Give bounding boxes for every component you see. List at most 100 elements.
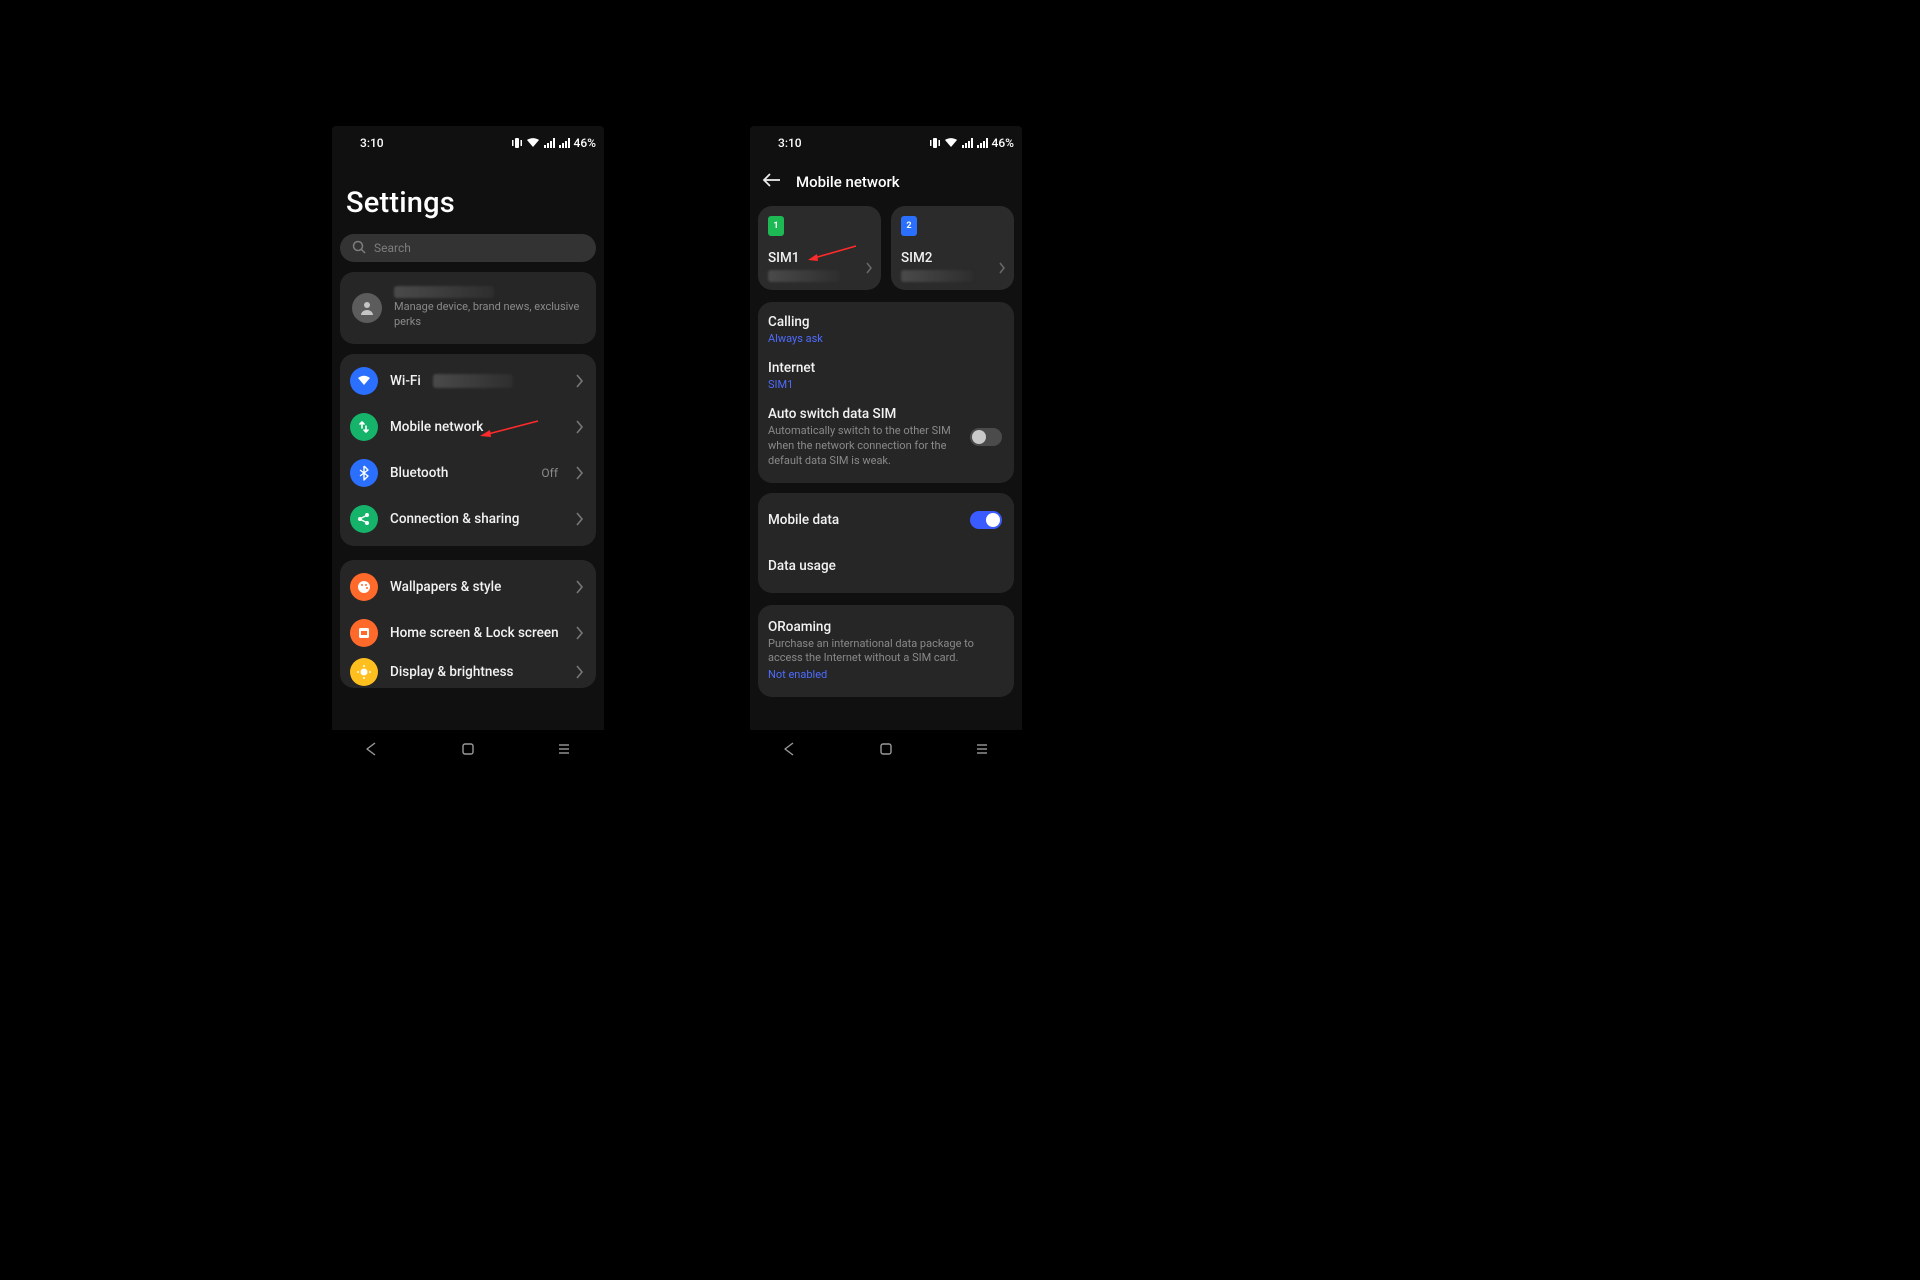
personalization-card: Wallpapers & style Home screen & Lock sc…	[340, 560, 596, 688]
sim1-carrier-redacted	[768, 270, 840, 282]
nav-back-icon[interactable]	[364, 741, 380, 757]
row-label: Mobile data	[768, 512, 839, 528]
sim2-carrier-redacted	[901, 270, 973, 282]
settings-item-home-lock[interactable]: Home screen & Lock screen	[340, 610, 596, 656]
status-time: 3:10	[778, 136, 802, 150]
nav-recents-icon[interactable]	[974, 741, 990, 757]
signal-icon	[977, 138, 988, 148]
chevron-right-icon	[576, 420, 584, 434]
nav-bar	[750, 730, 1022, 768]
signal-icon	[544, 138, 555, 148]
chevron-right-icon	[576, 512, 584, 526]
row-label: Bluetooth	[390, 465, 448, 481]
profile-subtitle: Manage device, brand news, exclusive per…	[394, 300, 584, 330]
mobile-network-icon	[350, 413, 378, 441]
brightness-icon	[350, 658, 378, 686]
row-label: Internet	[768, 360, 1002, 376]
nav-home-icon[interactable]	[460, 741, 476, 757]
setting-calling[interactable]: Calling Always ask	[758, 306, 1014, 359]
row-label: Wi-Fi	[390, 373, 421, 389]
toggle-mobile-data[interactable]	[970, 511, 1002, 529]
row-label: Mobile network	[390, 419, 483, 435]
row-status: Off	[541, 466, 558, 480]
vibrate-icon	[512, 137, 522, 149]
sim-defaults-card: Calling Always ask Internet SIM1 Auto sw…	[758, 302, 1014, 483]
battery-percent: 46%	[574, 136, 596, 150]
setting-mobile-data[interactable]: Mobile data	[758, 497, 1014, 543]
sim2-name: SIM2	[901, 250, 1004, 266]
settings-item-connection-sharing[interactable]: Connection & sharing	[340, 496, 596, 542]
row-label: Calling	[768, 314, 1002, 330]
annotation-arrow	[480, 418, 540, 438]
phone-screenshot-settings: 3:10 46% Settings Search	[332, 126, 604, 768]
sim2-badge-icon: 2	[901, 216, 917, 236]
signal-icon	[559, 138, 570, 148]
search-placeholder: Search	[374, 241, 411, 255]
setting-oroaming[interactable]: ORoaming Purchase an international data …	[758, 609, 1014, 694]
chevron-right-icon	[999, 259, 1006, 278]
row-status: Not enabled	[768, 668, 1002, 683]
wifi-ssid-redacted	[433, 374, 513, 388]
chevron-right-icon	[576, 626, 584, 640]
row-label: Data usage	[768, 558, 836, 574]
battery-percent: 46%	[992, 136, 1014, 150]
nav-bar	[332, 730, 604, 768]
chevron-right-icon	[866, 259, 873, 278]
row-value: SIM1	[768, 378, 1002, 393]
mobile-data-card: Mobile data Data usage	[758, 493, 1014, 593]
page-title: Mobile network	[796, 173, 900, 191]
status-bar: 3:10 46%	[750, 126, 1022, 160]
nav-home-icon[interactable]	[878, 741, 894, 757]
sim1-name: SIM1	[768, 250, 871, 266]
page-title: Settings	[332, 160, 604, 234]
nav-recents-icon[interactable]	[556, 741, 572, 757]
setting-auto-switch-sim[interactable]: Auto switch data SIM Automatically switc…	[758, 405, 1014, 479]
sim-card-2[interactable]: 2 SIM2	[891, 206, 1014, 290]
phone-screenshot-mobile-network: 3:10 46% Mobile network 1 SIM1	[750, 126, 1022, 768]
back-arrow-icon[interactable]	[762, 172, 782, 192]
settings-item-display[interactable]: Display & brightness	[340, 656, 596, 688]
profile-name-redacted	[394, 286, 494, 298]
wifi-icon	[944, 138, 958, 148]
row-desc: Automatically switch to the other SIM wh…	[768, 424, 958, 469]
title-bar: Mobile network	[750, 160, 1022, 206]
home-lock-icon	[350, 619, 378, 647]
sim-cards: 1 SIM1 2 SIM2	[758, 206, 1014, 290]
chevron-right-icon	[576, 374, 584, 388]
wifi-icon	[526, 138, 540, 148]
search-input[interactable]: Search	[340, 234, 596, 262]
search-icon	[352, 240, 366, 257]
row-label: Wallpapers & style	[390, 579, 501, 595]
setting-internet[interactable]: Internet SIM1	[758, 359, 1014, 405]
chevron-right-icon	[576, 665, 584, 679]
wifi-icon	[350, 367, 378, 395]
palette-icon	[350, 573, 378, 601]
row-value: Always ask	[768, 332, 1002, 347]
vibrate-icon	[930, 137, 940, 149]
status-bar: 3:10 46%	[332, 126, 604, 160]
sim1-badge-icon: 1	[768, 216, 784, 236]
toggle-auto-switch[interactable]	[970, 428, 1002, 446]
row-label: Display & brightness	[390, 664, 513, 680]
signal-icon	[962, 138, 973, 148]
settings-item-bluetooth[interactable]: Bluetooth Off	[340, 450, 596, 496]
oroaming-card: ORoaming Purchase an international data …	[758, 605, 1014, 698]
connectivity-card: Wi-Fi Mobile network Bluetooth Off	[340, 354, 596, 546]
settings-item-mobile-network[interactable]: Mobile network	[340, 404, 596, 450]
sim-card-1[interactable]: 1 SIM1	[758, 206, 881, 290]
row-label: Home screen & Lock screen	[390, 625, 559, 641]
profile-card[interactable]: Manage device, brand news, exclusive per…	[340, 272, 596, 344]
nav-back-icon[interactable]	[782, 741, 798, 757]
avatar	[352, 293, 382, 323]
bluetooth-icon	[350, 459, 378, 487]
chevron-right-icon	[576, 580, 584, 594]
row-desc: Purchase an international data package t…	[768, 637, 1002, 667]
setting-data-usage[interactable]: Data usage	[758, 543, 1014, 589]
row-label: Auto switch data SIM	[768, 406, 958, 422]
share-icon	[350, 505, 378, 533]
row-label: ORoaming	[768, 619, 1002, 635]
chevron-right-icon	[576, 466, 584, 480]
status-time: 3:10	[360, 136, 384, 150]
settings-item-wifi[interactable]: Wi-Fi	[340, 358, 596, 404]
settings-item-wallpapers[interactable]: Wallpapers & style	[340, 564, 596, 610]
